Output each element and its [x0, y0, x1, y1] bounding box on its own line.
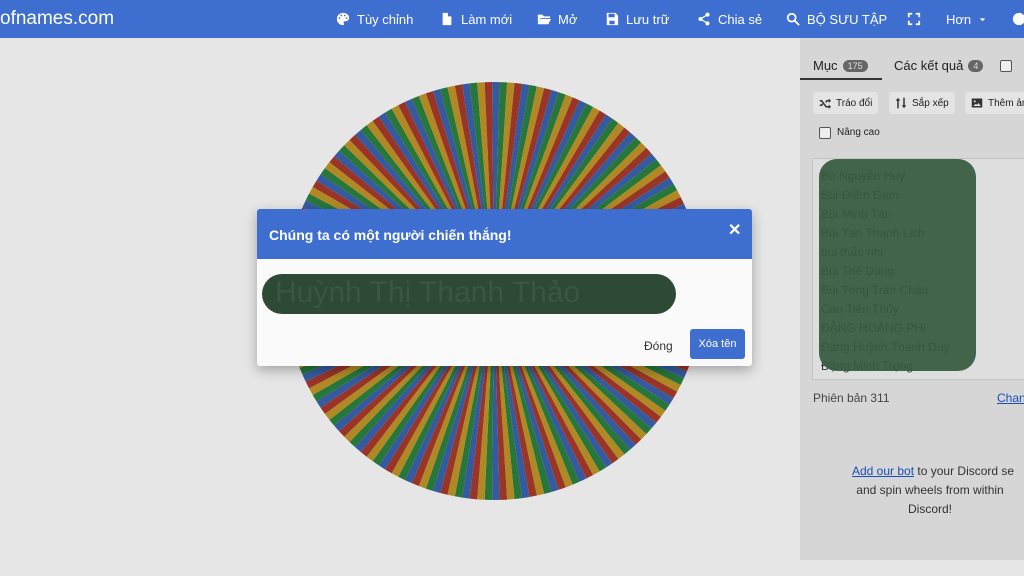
folder-open-icon	[537, 14, 551, 25]
globe-icon	[1012, 12, 1024, 26]
nav-fullscreen-button[interactable]	[907, 0, 921, 38]
nav-new-label: Làm mới	[461, 11, 513, 27]
fullscreen-icon	[907, 12, 921, 26]
save-icon	[606, 12, 619, 26]
site-brand[interactable]: ofnames.com	[0, 8, 114, 30]
nav-save-label: Lưu trữ	[626, 11, 670, 27]
share-icon	[698, 12, 710, 26]
remove-button[interactable]: Xóa tên	[690, 329, 745, 359]
close-icon[interactable]: ✕	[728, 220, 741, 240]
nav-new-button[interactable]: Làm mới	[440, 0, 512, 38]
file-icon	[442, 12, 452, 26]
nav-language-button[interactable]	[1012, 0, 1024, 38]
nav-save-button[interactable]: Lưu trữ	[605, 0, 669, 38]
palette-icon	[336, 12, 350, 26]
nav-customize-label: Tùy chỉnh	[357, 11, 414, 27]
nav-share-label: Chia sẻ	[718, 11, 763, 27]
nav-more-button[interactable]: Hơn	[946, 0, 987, 38]
nav-more-label: Hơn	[946, 11, 972, 27]
dialog-header: Chúng ta có một người chiến thắng! ✕	[257, 209, 752, 259]
top-bar: ofnames.com Tùy chỉnh Làm mới Mở Lưu trữ…	[0, 0, 1024, 38]
winner-name: Huỳnh Thị Thanh Thảo	[275, 276, 581, 309]
chevron-down-icon	[979, 17, 986, 21]
nav-open-label: Mở	[558, 11, 578, 27]
close-button[interactable]: Đóng	[644, 339, 673, 353]
nav-open-button[interactable]: Mở	[537, 0, 577, 38]
nav-customize-button[interactable]: Tùy chỉnh	[336, 0, 413, 38]
nav-share-button[interactable]: Chia sẻ	[697, 0, 762, 38]
winner-dialog: Chúng ta có một người chiến thắng! ✕ Huỳ…	[257, 209, 752, 366]
search-icon	[786, 12, 800, 26]
nav-gallery-label: BỘ SƯU TẬP	[807, 11, 888, 27]
nav-gallery-button[interactable]: BỘ SƯU TẬP	[786, 0, 887, 38]
dialog-title: Chúng ta có một người chiến thắng!	[269, 227, 512, 243]
